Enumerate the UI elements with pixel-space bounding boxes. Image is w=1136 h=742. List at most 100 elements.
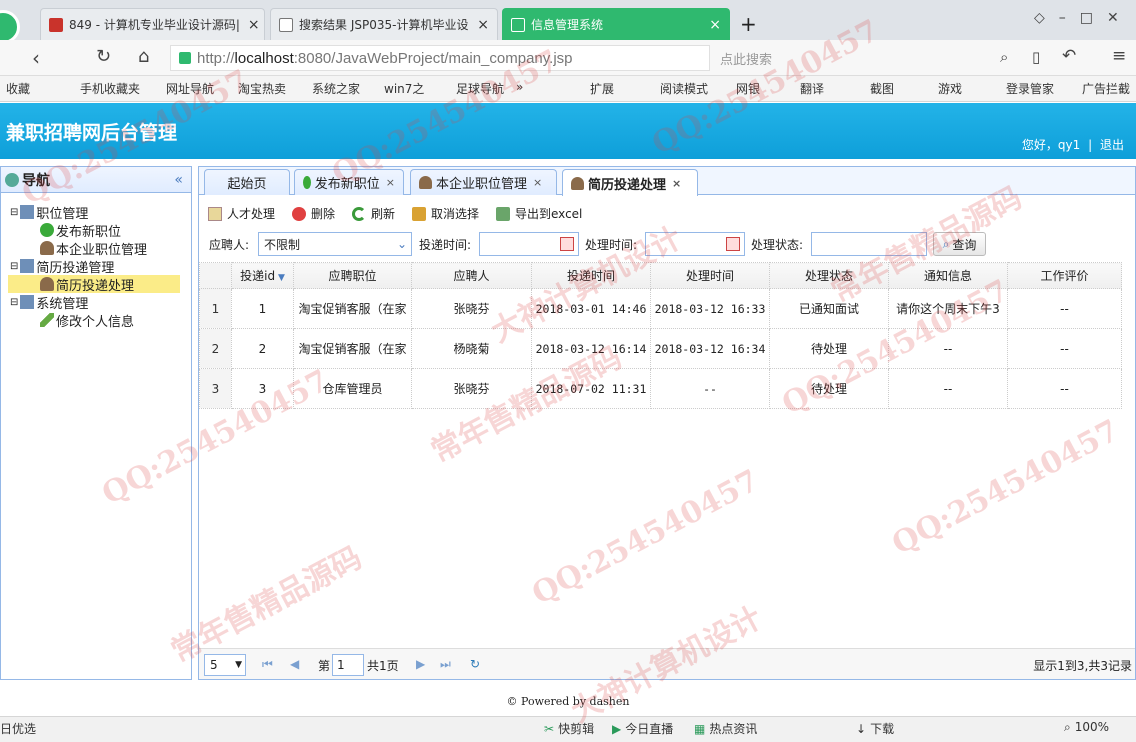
bookmark-item[interactable]: 广告拦截 <box>1082 80 1130 97</box>
first-page-icon[interactable]: ⏮ <box>262 657 273 672</box>
close-icon[interactable]: × <box>240 17 260 33</box>
nav-item-publish[interactable]: 发布新职位 <box>40 221 121 240</box>
tab-resume-process[interactable]: 简历投递处理 × <box>562 169 698 196</box>
row-number: 3 <box>199 368 232 409</box>
status-item[interactable]: ✂ 快剪辑 <box>544 720 594 737</box>
column-header[interactable]: 投递时间 <box>531 262 651 289</box>
close-icon[interactable]: × <box>533 176 542 189</box>
search-input[interactable]: 点此搜索 <box>712 45 1042 71</box>
bookmark-item[interactable]: 足球导航 <box>456 80 504 97</box>
zoom-level[interactable]: ⌕ 100% <box>1064 720 1109 735</box>
query-button[interactable]: ⌕ 查询 <box>933 232 986 256</box>
status-input[interactable] <box>811 232 927 256</box>
page-number-input[interactable]: 1 <box>332 654 364 676</box>
page-icon <box>279 17 293 32</box>
calendar-icon[interactable] <box>726 237 740 251</box>
bookmark-item[interactable]: 网址导航 <box>166 80 214 97</box>
delete-button[interactable]: 删除 <box>292 205 335 222</box>
nav-group-jobs[interactable]: ⊟ 职位管理 <box>10 203 88 222</box>
tab-company-jobs[interactable]: 本企业职位管理 × <box>410 169 557 195</box>
bookmark-item[interactable]: 翻译 <box>800 80 824 97</box>
process-button[interactable]: 人才处理 <box>208 205 275 222</box>
cell-status: 待处理 <box>769 368 889 409</box>
undo-icon[interactable]: ↶ <box>1062 46 1076 66</box>
unselect-button[interactable]: 取消选择 <box>412 205 479 222</box>
bookmark-item[interactable]: 淘宝热卖 <box>238 80 286 97</box>
browser-tab-1[interactable]: 849 - 计算机专业毕业设计源码| × <box>40 8 265 40</box>
window-controls[interactable]: ◇–□✕ <box>1034 10 1133 26</box>
resume-grid: 投递id ▼ 应聘职位 应聘人 投递时间 处理时间 处理状态 通知信息 工作评价… <box>199 262 1122 409</box>
back-icon[interactable]: ‹ <box>32 46 40 70</box>
browser-tab-active[interactable]: 信息管理系统 × <box>502 8 730 40</box>
logout-link[interactable]: 退出 <box>1100 138 1124 152</box>
export-button[interactable]: 导出到excel <box>496 205 582 222</box>
close-icon[interactable]: × <box>386 176 395 189</box>
home-icon[interactable]: ⌂ <box>138 46 149 67</box>
bookmark-item[interactable]: 网银 <box>736 80 760 97</box>
cell-handle-time: -- <box>650 368 770 409</box>
nav-group-resume[interactable]: ⊟ 简历投递管理 <box>10 257 115 276</box>
unselect-label: 取消选择 <box>431 207 480 221</box>
search-placeholder: 点此搜索 <box>720 52 773 68</box>
reload-icon[interactable]: ↻ <box>96 46 111 67</box>
column-header[interactable]: 应聘职位 <box>293 262 412 289</box>
bookmark-item[interactable]: 收藏 <box>6 80 30 97</box>
close-icon[interactable]: × <box>701 17 721 33</box>
column-header[interactable]: 通知信息 <box>888 262 1008 289</box>
close-icon[interactable]: × <box>672 177 681 190</box>
bookmark-item[interactable]: 截图 <box>870 80 894 97</box>
browser-tab-2[interactable]: 搜索结果 JSP035-计算机毕业设 × <box>270 8 498 40</box>
nav-item-label: 修改个人信息 <box>56 314 135 330</box>
menu-icon[interactable]: ≡ <box>1112 46 1126 66</box>
submit-time-input[interactable] <box>479 232 579 256</box>
bookmark-item[interactable]: 游戏 <box>938 80 962 97</box>
zoom-value: 100% <box>1074 720 1110 734</box>
next-page-icon[interactable]: ▶ <box>416 657 425 671</box>
refresh-icon <box>352 206 366 221</box>
prev-page-icon[interactable]: ◀ <box>290 657 299 671</box>
bookmark-item[interactable]: 手机收藏夹 <box>80 80 140 97</box>
collapse-icon[interactable]: « <box>174 172 183 188</box>
nav-group-system[interactable]: ⊟ 系统管理 <box>10 293 88 312</box>
phone-icon[interactable]: ▯ <box>1032 48 1040 66</box>
tab-publish[interactable]: 发布新职位 × <box>294 169 404 195</box>
process-time-input[interactable] <box>645 232 745 256</box>
column-header[interactable]: 投递id ▼ <box>231 262 294 289</box>
column-header[interactable]: 处理时间 <box>650 262 770 289</box>
status-item[interactable]: ▦ 热点资讯 <box>694 720 757 737</box>
new-tab-button[interactable]: + <box>740 12 757 36</box>
tab-home[interactable]: 起始页 <box>204 169 290 195</box>
page-size-select[interactable]: 5 ▼ <box>204 654 246 676</box>
table-row[interactable]: 3 3 仓库管理员 张晓芬 2018-07-02 11:31 -- 待处理 --… <box>199 368 1122 409</box>
bookmark-item[interactable]: 系统之家 <box>312 80 360 97</box>
nav-item-company-jobs[interactable]: 本企业职位管理 <box>40 239 147 258</box>
close-icon[interactable]: × <box>469 17 489 33</box>
refresh-icon[interactable]: ↻ <box>470 657 480 671</box>
nav-item-label: 简历投递管理 <box>36 260 115 276</box>
applicant-select[interactable]: 不限制 ⌄ <box>258 232 412 256</box>
status-item[interactable]: ↓ 下载 <box>856 720 894 737</box>
nav-item-resume-process[interactable]: 简历投递处理 <box>8 275 180 294</box>
bookmark-item[interactable]: 登录管家 <box>1006 80 1054 97</box>
table-row[interactable]: 1 1 淘宝促销客服（在家 张晓芬 2018-03-01 14:46 2018-… <box>199 288 1122 329</box>
browser-tab-title: 搜索结果 JSP035-计算机毕业设 <box>299 18 469 32</box>
bookmark-item[interactable]: 阅读模式 <box>660 80 708 97</box>
status-item[interactable]: ▶ 今日直播 <box>612 720 673 737</box>
status-item[interactable]: 日优选 <box>0 720 36 737</box>
address-input[interactable]: http://localhost:8080/JavaWebProject/mai… <box>170 45 710 71</box>
cell-eval: -- <box>1007 368 1122 409</box>
column-header[interactable]: 处理状态 <box>769 262 889 289</box>
search-icon[interactable]: ⌕ <box>1000 48 1008 66</box>
column-header[interactable]: 应聘人 <box>411 262 532 289</box>
bookmark-item[interactable]: 扩展 <box>590 80 614 97</box>
calendar-icon[interactable] <box>560 237 574 251</box>
last-page-icon[interactable]: ⏭ <box>440 657 451 672</box>
bookmark-item[interactable]: win7之 <box>384 80 424 97</box>
cell-handle-time: 2018-03-12 16:33 <box>650 288 770 329</box>
secure-icon <box>179 52 191 64</box>
bookmark-more[interactable]: » <box>516 80 523 94</box>
column-header[interactable]: 工作评价 <box>1007 262 1122 289</box>
nav-item-edit-profile[interactable]: 修改个人信息 <box>40 311 135 330</box>
refresh-button[interactable]: 刷新 <box>352 205 395 222</box>
table-row[interactable]: 2 2 淘宝促销客服（在家 杨晓菊 2018-03-12 16:14 2018-… <box>199 328 1122 369</box>
